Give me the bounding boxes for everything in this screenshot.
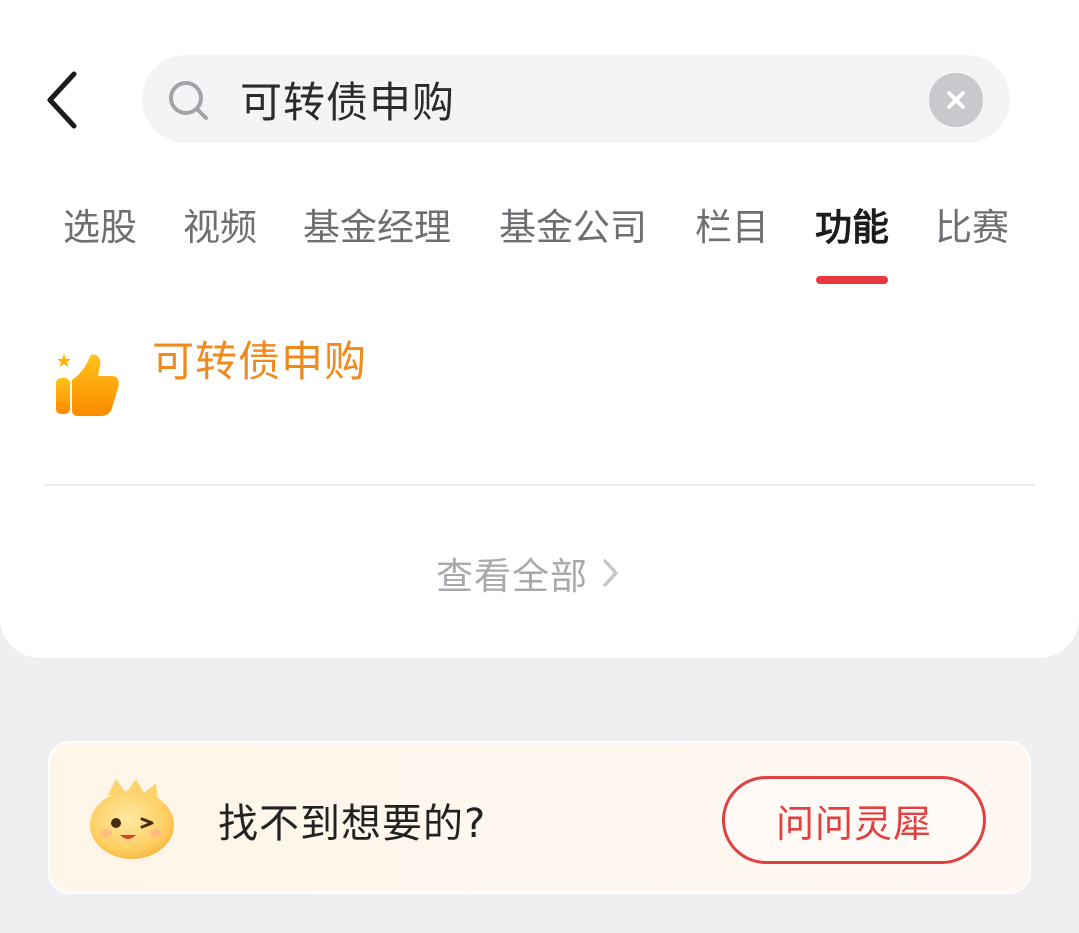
thumbs-up-icon (56, 354, 119, 416)
search-box[interactable] (142, 55, 1010, 143)
tab-fund-managers[interactable]: 基金经理 (303, 196, 451, 260)
tab-columns[interactable]: 栏目 (695, 196, 769, 260)
search-input[interactable] (240, 65, 900, 133)
search-results-page: 选股 视频 基金经理 基金公司 栏目 功能 比赛 可转债申购 (0, 0, 1079, 933)
back-button[interactable] (30, 62, 94, 138)
back-arrow-icon (47, 71, 77, 129)
category-tabs: 选股 视频 基金经理 基金公司 栏目 功能 比赛 (0, 196, 1079, 296)
divider (44, 484, 1035, 486)
ask-assistant-button[interactable]: 问问灵犀 (722, 776, 986, 864)
tab-competitions[interactable]: 比赛 (935, 196, 1009, 260)
search-icon (169, 81, 208, 120)
result-title: 可转债申购 (152, 337, 368, 386)
chevron-right-icon (603, 559, 618, 587)
tab-videos[interactable]: 视频 (183, 196, 257, 260)
clear-search-button[interactable] (929, 73, 983, 127)
mascot-icon (90, 779, 174, 859)
banner-text: 找不到想要的? (218, 801, 487, 847)
results-card: 选股 视频 基金经理 基金公司 栏目 功能 比赛 可转债申购 (0, 0, 1079, 658)
active-tab-indicator (816, 276, 888, 284)
ask-assistant-banner: 找不到想要的? 问问灵犀 (48, 741, 1031, 894)
view-all-label: 查看全部 (436, 555, 588, 598)
tab-stock-picker[interactable]: 选股 (63, 196, 137, 260)
close-icon (947, 91, 965, 109)
view-all-link[interactable]: 查看全部 (436, 545, 622, 601)
result-item[interactable]: 可转债申购 (44, 320, 1034, 470)
tab-fund-companies[interactable]: 基金公司 (499, 196, 647, 260)
tab-features[interactable]: 功能 (815, 196, 889, 260)
